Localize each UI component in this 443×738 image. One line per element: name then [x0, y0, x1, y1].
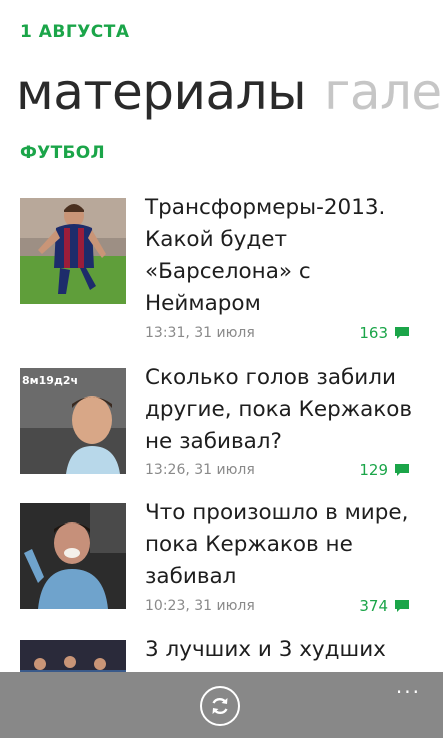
article-title: Сколько голов забили другие, пока Кержак… — [145, 365, 413, 454]
comment-count-value: 129 — [359, 461, 388, 479]
comment-count: 374 — [359, 597, 410, 615]
pivot-item-gallery[interactable]: галерея — [324, 63, 443, 121]
comment-count: 163 — [359, 324, 410, 342]
list-item[interactable]: 8м19д2ч Сколько голов забили другие, пок… — [0, 365, 443, 488]
screen: 1 АВГУСТА материалы галерея ФУТБОЛ Трансф… — [0, 0, 443, 738]
refresh-icon — [212, 697, 228, 715]
article-title: Трансформеры-2013. Какой будет «Барселон… — [145, 195, 386, 316]
section-title: ФУТБОЛ — [20, 143, 105, 163]
pivot-header: материалы галерея — [16, 62, 443, 122]
list-item[interactable]: Трансформеры-2013. Какой будет «Барселон… — [0, 195, 443, 348]
article-time: 13:31, 31 июля — [145, 325, 255, 341]
article-thumbnail — [20, 198, 126, 304]
article-time: 10:23, 31 июля — [145, 598, 255, 614]
comment-count: 129 — [359, 461, 410, 479]
date-header: 1 АВГУСТА — [20, 22, 130, 42]
article-thumbnail — [20, 503, 126, 609]
thumbnail-overlay-text: 8м19д2ч — [22, 374, 79, 387]
comment-bubble-icon — [395, 327, 409, 339]
list-item[interactable]: Что произошло в мире, пока Кержаков не з… — [0, 500, 443, 623]
pivot-item-materials[interactable]: материалы — [16, 63, 307, 121]
comment-bubble-icon — [395, 600, 409, 612]
article-time: 13:26, 31 июля — [145, 462, 255, 478]
article-title: Что произошло в мире, пока Кержаков не з… — [145, 500, 409, 589]
app-bar: ... — [0, 672, 443, 738]
more-options-button[interactable]: ... — [396, 676, 421, 696]
article-thumbnail: 8м19д2ч — [20, 368, 126, 474]
comment-bubble-icon — [395, 464, 409, 476]
refresh-button[interactable] — [200, 686, 240, 726]
article-title: 3 лучших и 3 худших — [145, 637, 386, 662]
comment-count-value: 163 — [359, 324, 388, 342]
comment-count-value: 374 — [359, 597, 388, 615]
